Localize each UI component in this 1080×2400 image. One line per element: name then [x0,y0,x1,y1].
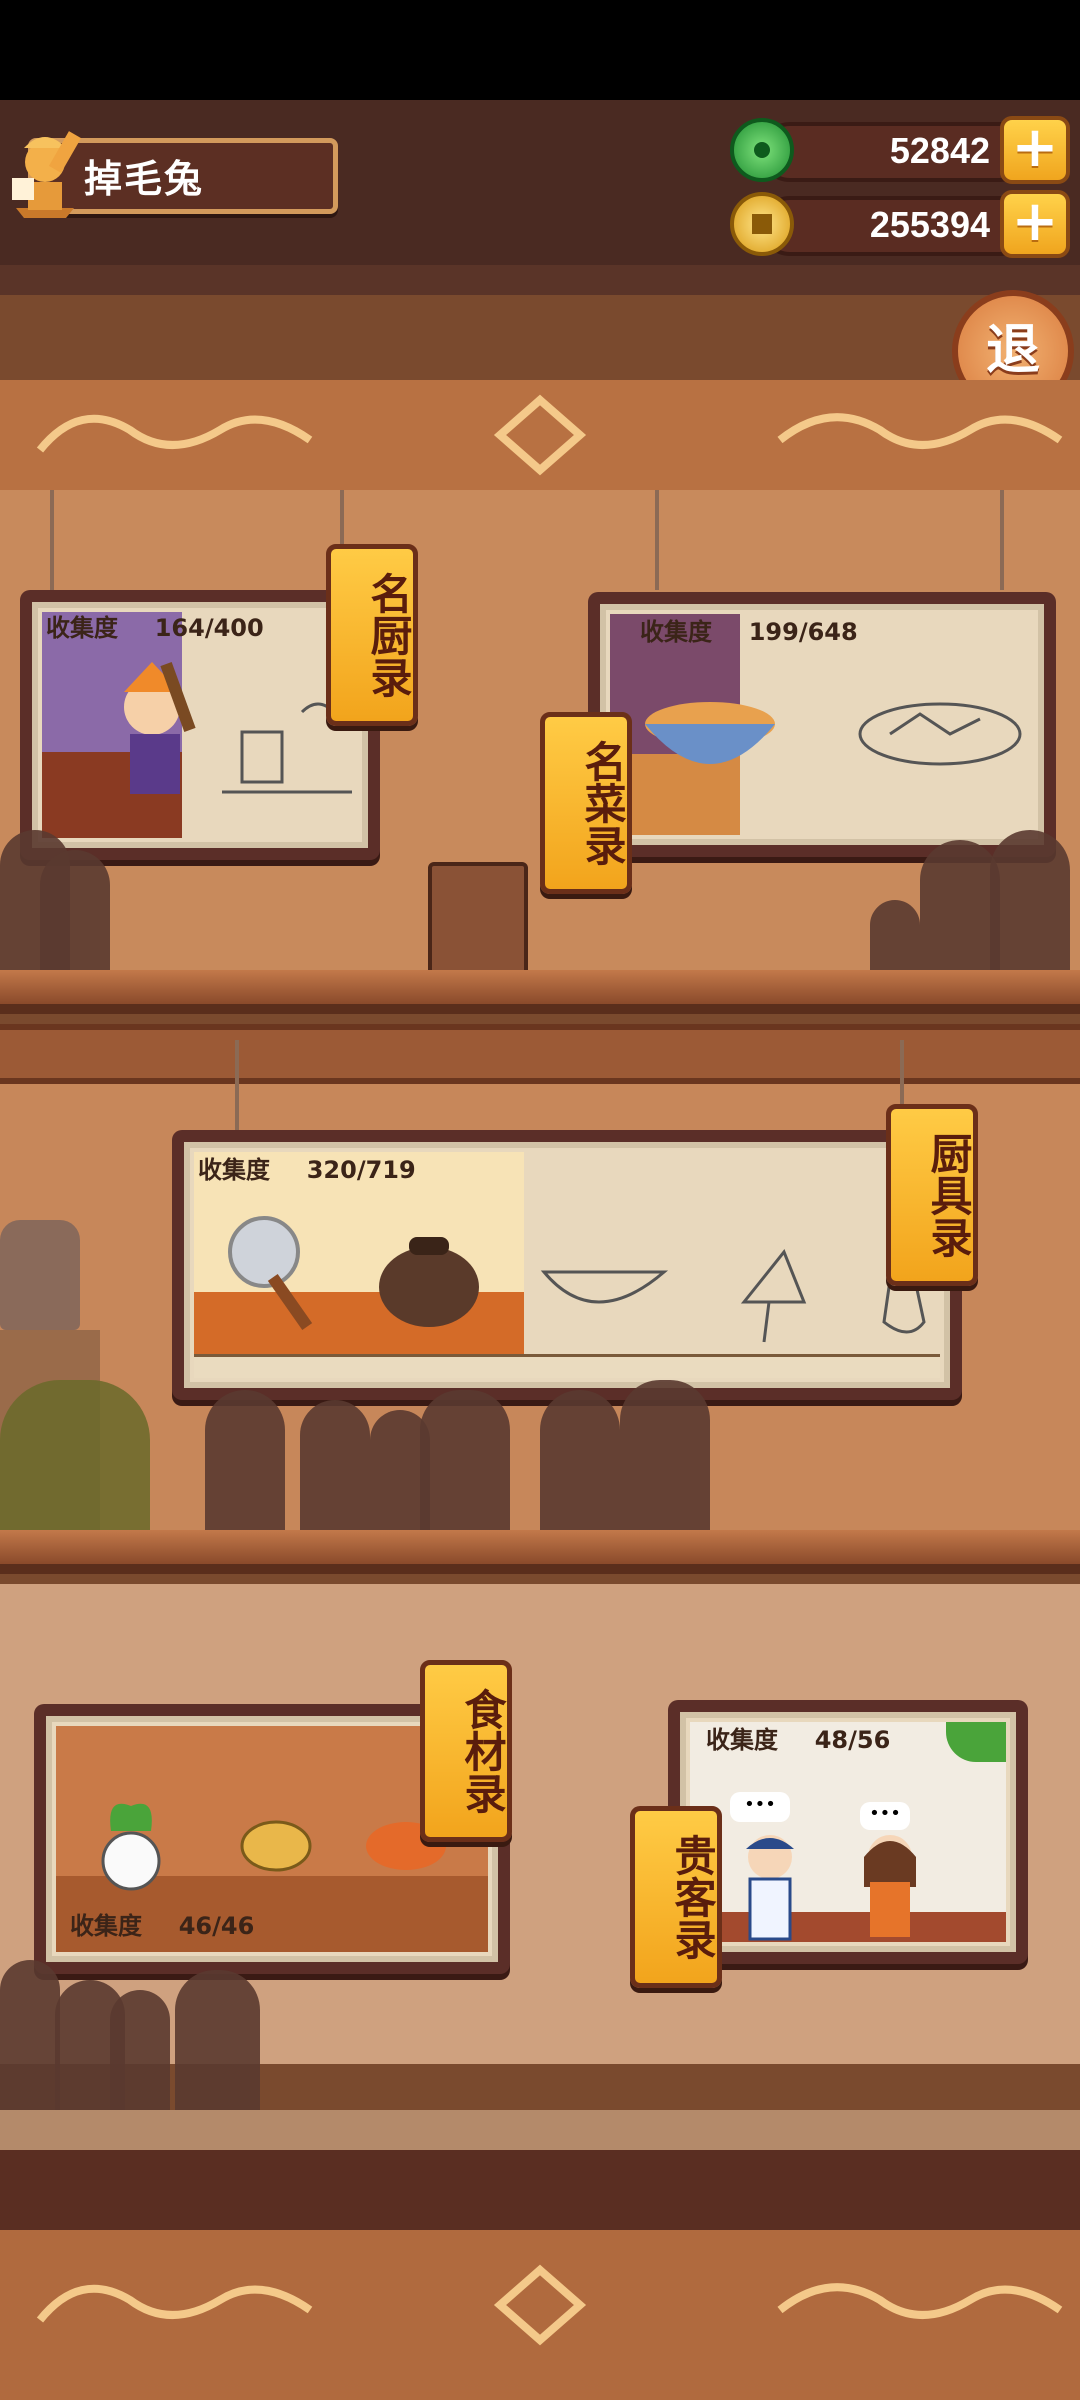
floor-2-beam [0,1024,1080,1084]
visitor-silhouette [175,1970,260,2120]
ingredients-progress-value: 46/46 [178,1912,255,1940]
chef-character-icon [124,662,196,794]
hanging-rope [50,490,54,590]
plant [0,1380,150,1530]
chefs-progress-value: 164/400 [154,614,264,642]
visitor-silhouette [110,1990,170,2120]
speech-bubble: ••• [730,1792,790,1822]
bottom-beam [0,2150,1080,2230]
jade-amount: 52842 [889,130,990,171]
radish-icon [101,1803,161,1891]
hanging-rope [235,1040,239,1130]
header-strip [0,265,1080,295]
guests-progress-label: 收集度 [706,1726,778,1754]
chefs-tag-button[interactable]: 名厨录 [326,544,418,726]
ladle-icon [228,1216,313,1331]
chefs-progress-label: 收集度 [46,614,118,642]
lady-guest-icon [864,1835,916,1937]
gold-amount: 255394 [869,204,990,245]
dishes-tag-button[interactable]: 名菜录 [540,712,632,894]
player-name: 掉毛兔 [84,157,205,201]
visitor-silhouette [300,1400,370,1550]
hanging-rope [655,490,659,590]
speech-bubble: ••• [860,1802,910,1830]
potato-icon [240,1820,312,1872]
utensils-progress-label: 收集度 [198,1156,270,1184]
cabinet [428,862,528,982]
lion-statue [0,1220,80,1330]
visitor-silhouette [920,840,1000,990]
hanging-rope [1000,490,1004,590]
chef-trophy-icon [6,122,84,220]
floor-1-shelf [0,970,1080,1014]
add-jade-button[interactable]: + [1000,116,1070,184]
visitor-silhouette [0,1960,60,2120]
guests-progress-value: 48/56 [814,1726,891,1754]
visitor-silhouette [205,1390,285,1550]
floor-3-base [0,2110,1080,2150]
clay-pot-icon [379,1237,479,1327]
visitor-silhouette [40,850,110,990]
ingredients-progress-label: 收集度 [70,1912,142,1940]
visitor-silhouette [990,830,1070,990]
dishes-progress-value: 199/648 [748,618,858,646]
dishes-collection-frame[interactable]: 收集度 199/648 [588,592,1056,857]
guests-collection-frame[interactable]: ••• ••• 收集度 48/56 [668,1700,1028,1964]
status-bar [0,0,1080,100]
dishes-progress-label: 收集度 [640,618,712,646]
utensils-progress-value: 320/719 [306,1156,416,1184]
utensils-collection-frame[interactable]: 收集度 320/719 [172,1130,962,1400]
visitor-silhouette [620,1380,710,1550]
scholar-guest-icon [746,1835,794,1941]
add-gold-button[interactable]: + [1000,190,1070,258]
ingredients-tag-button[interactable]: 食材录 [420,1660,512,1842]
noodle-bowl-icon [645,702,775,764]
bottom-decor-band [0,2230,1080,2400]
top-decor-band [0,380,1080,490]
visitor-silhouette [420,1390,510,1550]
floor-2-shelf [0,1530,1080,1574]
visitor-silhouette [540,1390,620,1550]
guests-tag-button[interactable]: 贵客录 [630,1806,722,1988]
utensils-tag-button[interactable]: 厨具录 [886,1104,978,1286]
